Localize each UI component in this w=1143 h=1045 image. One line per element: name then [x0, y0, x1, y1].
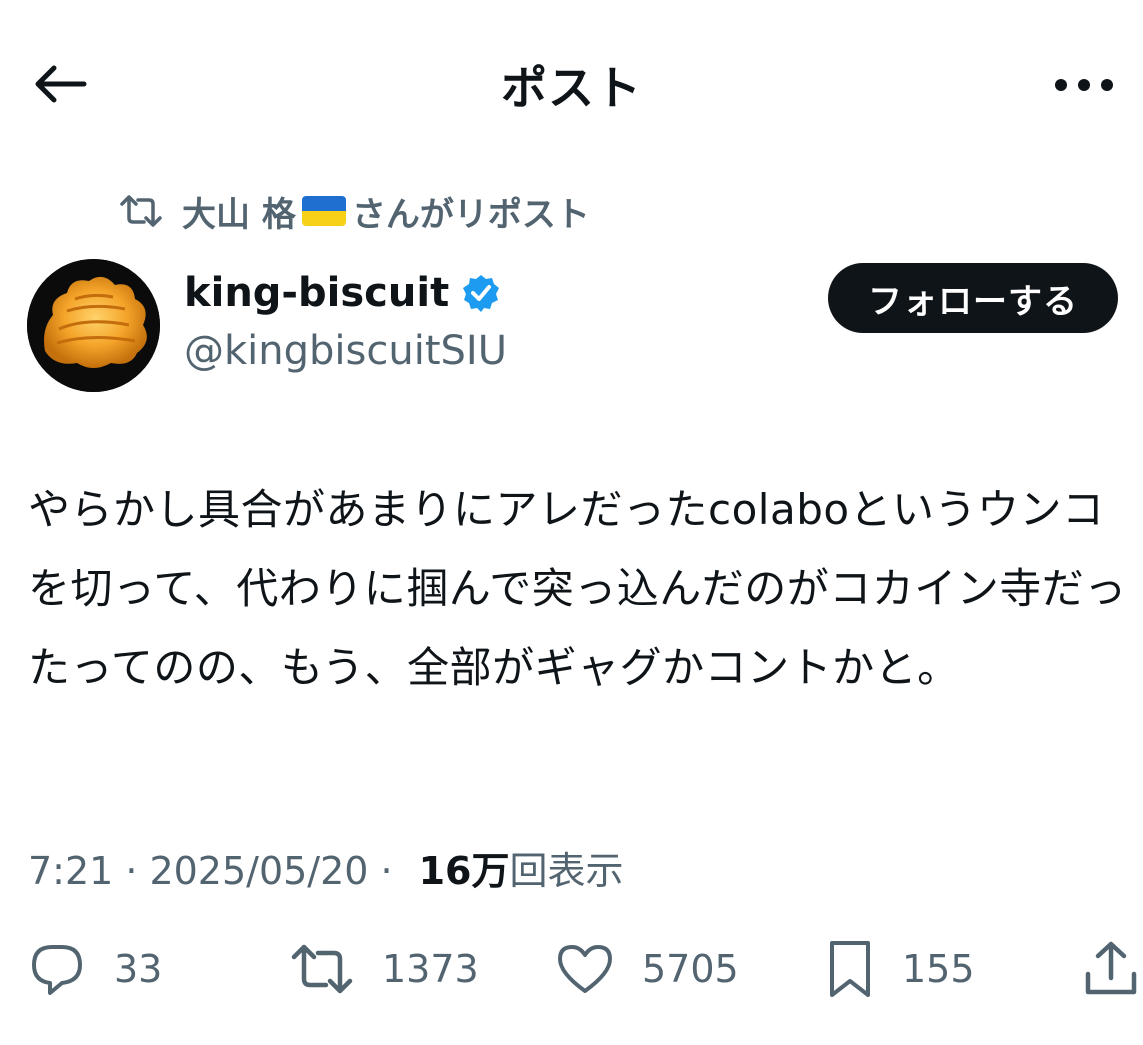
repost-icon — [118, 194, 164, 228]
avatar-image — [27, 259, 160, 392]
repost-button[interactable]: 1373 — [290, 938, 479, 1000]
repost-suffix: さんがリポスト — [351, 194, 590, 235]
repost-user: 大山 格 — [182, 194, 296, 235]
repost-icon — [290, 943, 354, 995]
ukraine-flag-icon — [301, 196, 346, 226]
share-icon — [1084, 940, 1138, 998]
bookmark-count: 155 — [902, 947, 975, 991]
repost-indicator[interactable]: 大山 格 さんがリポスト — [118, 186, 590, 236]
bookmark-button[interactable]: 155 — [826, 938, 975, 1000]
follow-button[interactable]: フォローする — [828, 263, 1118, 333]
reply-icon — [28, 941, 86, 997]
page-title: ポスト — [501, 61, 642, 115]
display-name-text: king-biscuit — [184, 270, 450, 316]
repost-count: 1373 — [382, 947, 479, 991]
post-time[interactable]: 7:21 — [28, 849, 113, 893]
views-count[interactable]: 16万 — [419, 840, 510, 895]
post-meta: 7:21 · 2025/05/20 · 16万 回表示 — [28, 840, 623, 895]
bookmark-icon — [826, 939, 874, 999]
views-label: 回表示 — [509, 849, 624, 893]
post-text: やらかし具合があまりにアレだったcolaboというウンコを切って、代わりに掴んで… — [28, 485, 1127, 692]
avatar[interactable] — [27, 259, 160, 392]
like-count: 5705 — [642, 947, 739, 991]
reply-button[interactable]: 33 — [28, 938, 162, 1000]
verified-badge-icon — [461, 273, 501, 313]
share-button[interactable] — [1084, 938, 1138, 1000]
author-handle[interactable]: @kingbiscuitSIU — [184, 328, 507, 374]
reply-count: 33 — [114, 947, 163, 991]
like-button[interactable]: 5705 — [556, 938, 739, 1000]
more-options-button[interactable] — [1049, 60, 1119, 110]
post-date[interactable]: 2025/05/20 — [149, 849, 368, 893]
separator: · — [380, 849, 393, 893]
more-horizontal-icon — [1055, 79, 1113, 91]
author-display-name[interactable]: king-biscuit — [184, 270, 501, 316]
heart-icon — [556, 943, 614, 995]
separator: · — [125, 849, 138, 893]
top-bar: ポスト — [0, 0, 1143, 170]
